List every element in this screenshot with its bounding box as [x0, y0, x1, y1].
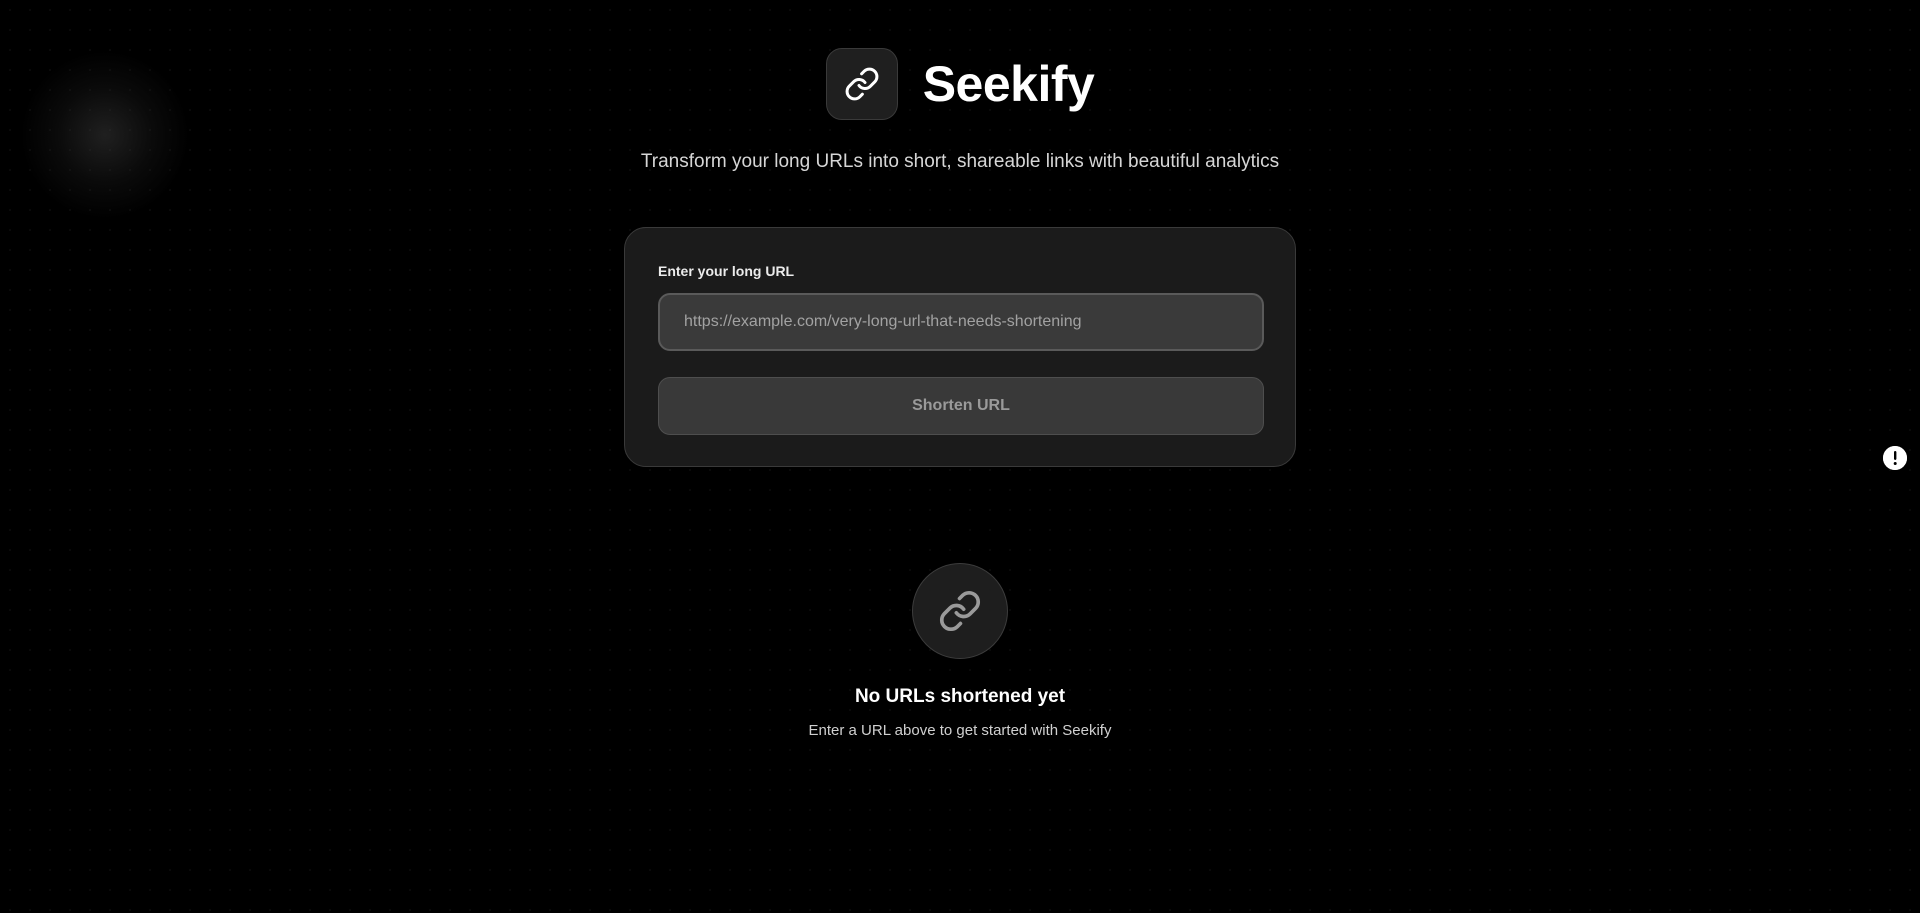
tagline: Transform your long URLs into short, sha…: [640, 151, 1280, 172]
url-field-label: Enter your long URL: [658, 263, 795, 279]
shorten-url-button[interactable]: Shorten URL: [658, 377, 1264, 435]
empty-state-subtitle: Enter a URL above to get started with Se…: [808, 722, 1112, 739]
feedback-button[interactable]: [1883, 446, 1907, 470]
page: Seekify Transform your long URLs into sh…: [0, 0, 1920, 913]
header: Seekify: [0, 48, 1920, 120]
url-input[interactable]: [658, 293, 1264, 351]
shorten-form-card: Enter your long URL Shorten URL: [624, 227, 1296, 467]
brand-title: Seekify: [922, 56, 1095, 112]
logo: [825, 48, 898, 120]
link-icon: [939, 590, 981, 632]
feedback-icon: [1883, 446, 1907, 470]
empty-state-icon-circle: [912, 563, 1008, 659]
link-icon: [845, 67, 879, 101]
empty-state-title: No URLs shortened yet: [854, 686, 1066, 707]
